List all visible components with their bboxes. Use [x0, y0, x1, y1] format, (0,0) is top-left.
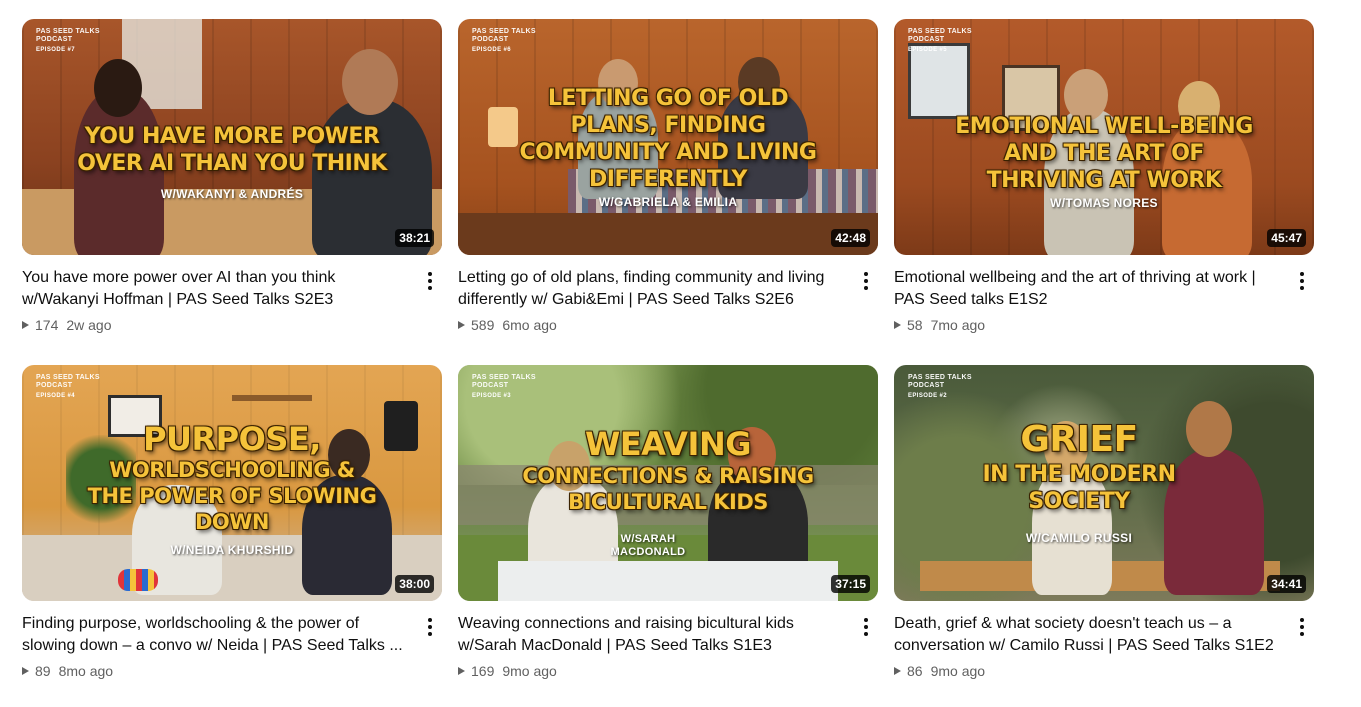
thumbnail-guests: W/SARAH MACDONALD [610, 533, 686, 558]
duration-badge: 34:41 [1267, 575, 1306, 593]
episode-label: EPISODE #5 [908, 47, 948, 53]
floor [458, 212, 878, 255]
video-title[interactable]: Finding purpose, worldschooling & the po… [22, 613, 414, 657]
more-vert-icon[interactable] [854, 615, 878, 639]
overlay-line: Emotional well-being [955, 114, 1253, 139]
overlay-line: down [194, 510, 270, 534]
overlay-line: differently [589, 167, 747, 192]
podcast-brand: PAS SEED TALKS PODCAST [36, 374, 100, 389]
video-title[interactable]: You have more power over AI than you thi… [22, 267, 414, 311]
overlay-line: over AI than you think [77, 151, 387, 176]
thumbnail-overlay-text: Purpose, worldschooling & the power of s… [22, 421, 442, 535]
thumbnail-overlay-text: You have more power over AI than you thi… [22, 123, 442, 177]
thumbnail-guests: W/GABRIELA & EMILIA [598, 195, 738, 209]
play-triangle-icon [458, 667, 465, 675]
person-right-head [342, 49, 398, 115]
video-title[interactable]: Emotional wellbeing and the art of thriv… [894, 267, 1286, 311]
overlay-line: community and living [519, 140, 817, 165]
podcast-brand: PAS SEED TALKS PODCAST [908, 28, 972, 43]
play-triangle-icon [894, 667, 901, 675]
podcast-brand: PAS SEED TALKS PODCAST [472, 374, 536, 389]
colorful-toy [118, 569, 158, 591]
video-thumbnail[interactable]: PAS SEED TALKS PODCAST EPISODE #5 Emotio… [894, 19, 1314, 255]
white-table [498, 561, 838, 601]
duration-badge: 38:00 [395, 575, 434, 593]
more-vert-icon[interactable] [1290, 269, 1314, 293]
thumbnail-guests: W/TOMAS NORES [1050, 196, 1158, 210]
overlay-line: in the modern [982, 462, 1176, 487]
upload-age: 2w ago [66, 317, 112, 333]
thumbnail-overlay-text: Letting go of old plans, finding communi… [458, 85, 878, 193]
view-count: 86 [907, 663, 923, 679]
video-meta: 169 9mo ago [458, 661, 557, 681]
upload-age: 9mo ago [502, 663, 557, 679]
overlay-line: Weaving [585, 425, 751, 463]
episode-label: EPISODE #7 [36, 47, 76, 53]
video-thumbnail[interactable]: PAS SEED TALKS PODCAST EPISODE #7 You ha… [22, 19, 442, 255]
upload-age: 9mo ago [930, 663, 986, 679]
overlay-line: thriving at work [986, 168, 1222, 193]
play-triangle-icon [22, 667, 29, 675]
video-thumbnail[interactable]: PAS SEED TALKS PODCAST EPISODE #3 Weavin… [458, 365, 878, 601]
overlay-line: society [1028, 489, 1130, 514]
overlay-line: Letting go of old [547, 86, 789, 111]
more-vert-icon[interactable] [418, 269, 442, 293]
thumbnail-guests: W/WAKANYI & ANDRÉS [160, 187, 304, 201]
play-triangle-icon [458, 321, 465, 329]
upload-age: 7mo ago [930, 317, 986, 333]
more-vert-icon[interactable] [854, 269, 878, 293]
upload-age: 6mo ago [502, 317, 557, 333]
person-left-head [94, 59, 142, 117]
video-title[interactable]: Weaving connections and raising bicultur… [458, 613, 850, 657]
overlay-line: connections & raising [522, 464, 814, 488]
overlay-line: and the art of [1004, 141, 1204, 166]
play-triangle-icon [894, 321, 901, 329]
podcast-brand: PAS SEED TALKS PODCAST [36, 28, 100, 43]
thumbnail-guests: W/CAMILO RUSSI [1025, 531, 1133, 545]
video-thumbnail[interactable]: PAS SEED TALKS PODCAST EPISODE #4 Purpos… [22, 365, 442, 601]
video-thumbnail[interactable]: PAS SEED TALKS PODCAST EPISODE #6 Lettin… [458, 19, 878, 255]
video-title[interactable]: Death, grief & what society doesn't teac… [894, 613, 1286, 657]
duration-badge: 45:47 [1267, 229, 1306, 247]
overlay-line: bicultural kids [568, 490, 768, 514]
video-thumbnail[interactable]: PAS SEED TALKS PODCAST EPISODE #2 Grief … [894, 365, 1314, 601]
overlay-line: You have more power [84, 124, 380, 149]
episode-label: EPISODE #6 [472, 47, 512, 53]
thumbnail-overlay-text: Emotional well-being and the art of thri… [894, 113, 1314, 194]
episode-label: EPISODE #4 [36, 393, 76, 399]
podcast-brand: PAS SEED TALKS PODCAST [908, 374, 972, 389]
duration-badge: 37:15 [831, 575, 870, 593]
podcast-brand: PAS SEED TALKS PODCAST [472, 28, 536, 43]
duration-badge: 38:21 [395, 229, 434, 247]
upload-age: 8mo ago [58, 663, 114, 679]
overlay-line: plans, finding [570, 113, 767, 138]
more-vert-icon[interactable] [418, 615, 442, 639]
overlay-line: worldschooling & [109, 458, 355, 482]
overlay-line: Purpose, [143, 420, 321, 458]
video-meta: 86 9mo ago [894, 661, 985, 681]
view-count: 169 [471, 663, 495, 679]
overlay-line: Grief [1020, 419, 1138, 460]
overlay-line: the power of slowing [87, 484, 377, 508]
video-meta: 89 8mo ago [22, 661, 113, 681]
thumbnail-overlay-text: Grief in the modern society [894, 419, 1274, 515]
view-count: 58 [907, 317, 923, 333]
shelf [232, 395, 312, 401]
view-count: 89 [35, 663, 51, 679]
more-vert-icon[interactable] [1290, 615, 1314, 639]
view-count: 589 [471, 317, 495, 333]
video-meta: 174 2w ago [22, 315, 112, 335]
play-triangle-icon [22, 321, 29, 329]
duration-badge: 42:48 [831, 229, 870, 247]
video-title[interactable]: Letting go of old plans, finding communi… [458, 267, 850, 311]
thumbnail-overlay-text: Weaving connections & raising bicultural… [458, 425, 878, 515]
episode-label: EPISODE #2 [908, 393, 948, 399]
episode-label: EPISODE #3 [472, 393, 512, 399]
view-count: 174 [35, 317, 59, 333]
poster [908, 43, 970, 119]
video-meta: 589 6mo ago [458, 315, 557, 335]
thumbnail-guests: W/NEIDA KHURSHID [170, 543, 294, 557]
video-meta: 58 7mo ago [894, 315, 985, 335]
